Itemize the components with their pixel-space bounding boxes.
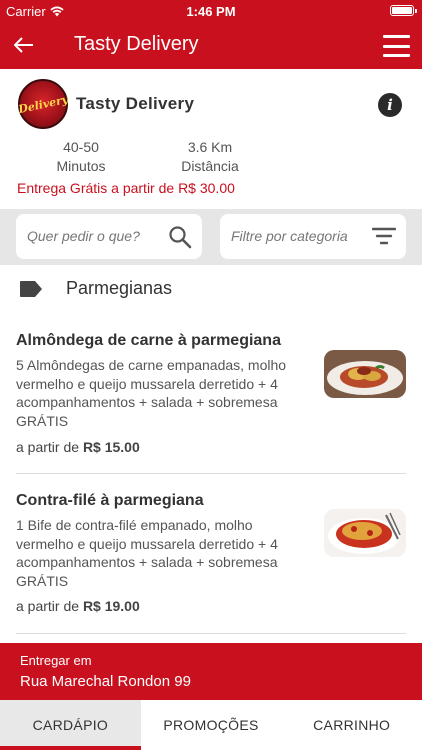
delivery-time: 40-50 Minutos bbox=[50, 138, 112, 176]
back-button[interactable] bbox=[13, 31, 34, 60]
category-header: Parmegianas bbox=[0, 265, 422, 315]
filter-placeholder: Filtre por categoria bbox=[231, 228, 348, 244]
price-prefix: a partir de bbox=[16, 439, 80, 455]
delivery-time-label: Minutos bbox=[56, 158, 106, 174]
search-placeholder: Quer pedir o que? bbox=[27, 228, 140, 244]
page-title: Tasty Delivery bbox=[74, 33, 199, 55]
restaurant-logo: Delivery bbox=[16, 79, 70, 129]
tab-promocoes[interactable]: PROMOÇÕES bbox=[141, 700, 282, 750]
menu-item[interactable]: Almôndega de carne à parmegiana 5 Almônd… bbox=[16, 332, 406, 474]
navigation-bar: Tasty Delivery bbox=[0, 22, 422, 69]
menu-item-description: 5 Almôndegas de carne empanadas, molho v… bbox=[16, 357, 287, 429]
restaurant-info: Delivery Tasty Delivery i 40-50 Minutos … bbox=[0, 69, 422, 209]
restaurant-name: Tasty Delivery bbox=[76, 94, 195, 113]
arrow-left-icon bbox=[13, 37, 33, 53]
hamburger-menu-icon[interactable] bbox=[383, 35, 410, 57]
battery-icon bbox=[390, 5, 417, 16]
search-bar: Quer pedir o que? Filtre por categoria bbox=[0, 209, 422, 265]
menu-item-price: a partir de R$ 19.00 bbox=[16, 598, 140, 614]
info-icon[interactable]: i bbox=[378, 93, 402, 117]
search-input[interactable]: Quer pedir o que? bbox=[16, 214, 202, 259]
price-value: R$ 15.00 bbox=[82, 439, 140, 455]
tab-cardapio[interactable]: CARDÁPIO bbox=[0, 700, 141, 750]
menu-item-name: Contra-filé à parmegiana bbox=[16, 492, 204, 509]
status-bar: Carrier 1:46 PM bbox=[0, 0, 422, 22]
distance-label: Distância bbox=[181, 158, 239, 174]
menu-item[interactable]: Contra-filé à parmegiana 1 Bife de contr… bbox=[16, 492, 406, 634]
delivery-address-bar[interactable]: Entregar em Rua Marechal Rondon 99 bbox=[0, 643, 422, 700]
distance-value: 3.6 Km bbox=[187, 139, 233, 155]
delivery-address: Rua Marechal Rondon 99 bbox=[20, 673, 191, 690]
distance: 3.6 Km Distância bbox=[174, 138, 246, 176]
tag-icon bbox=[20, 281, 42, 297]
menu-item-photo bbox=[324, 350, 406, 398]
menu-item-price: a partir de R$ 15.00 bbox=[16, 439, 140, 455]
clock: 1:46 PM bbox=[186, 4, 236, 19]
menu-item-description: 1 Bife de contra-filé empanado, molho ve… bbox=[16, 517, 278, 589]
filter-icon[interactable] bbox=[372, 226, 396, 246]
category-filter[interactable]: Filtre por categoria bbox=[220, 214, 406, 259]
delivery-label: Entregar em bbox=[20, 653, 92, 668]
menu-item-photo bbox=[324, 509, 406, 557]
price-value: R$ 19.00 bbox=[82, 598, 140, 614]
free-delivery-notice: Entrega Grátis a partir de R$ 30.00 bbox=[17, 180, 235, 196]
search-icon[interactable] bbox=[168, 225, 192, 249]
menu-item-name: Almôndega de carne à parmegiana bbox=[16, 332, 281, 349]
tab-bar: CARDÁPIO PROMOÇÕES CARRINHO bbox=[0, 700, 422, 750]
price-prefix: a partir de bbox=[16, 598, 80, 614]
delivery-time-value: 40-50 bbox=[63, 139, 99, 155]
tab-carrinho[interactable]: CARRINHO bbox=[281, 700, 422, 750]
logo-text: Delivery bbox=[16, 92, 70, 116]
category-label: Parmegianas bbox=[66, 278, 173, 298]
